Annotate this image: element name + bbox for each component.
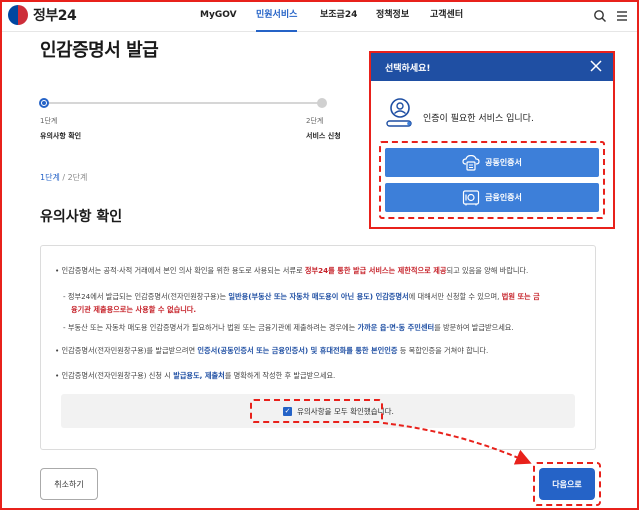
modal-header: 선택하세요! — [371, 53, 613, 81]
cloud-certificate-icon — [462, 154, 480, 171]
joint-certificate-label: 공동인증서 — [485, 158, 522, 167]
financial-certificate-label: 금융인증서 — [485, 193, 522, 202]
arrow-path — [382, 422, 532, 465]
financial-certificate-button[interactable]: 금융인증서 — [385, 183, 599, 212]
safe-icon — [462, 189, 480, 205]
modal-title: 선택하세요! — [385, 64, 431, 74]
user-authentication-icon — [386, 98, 412, 127]
modal-message: 인증이 필요한 서비스 입니다. — [423, 114, 534, 124]
auth-select-modal: 선택하세요! 인증이 필요한 서비스 입니다. 공동인증서 금융인증서 — [369, 51, 615, 229]
close-icon[interactable] — [589, 59, 603, 73]
joint-certificate-button[interactable]: 공동인증서 — [385, 148, 599, 177]
